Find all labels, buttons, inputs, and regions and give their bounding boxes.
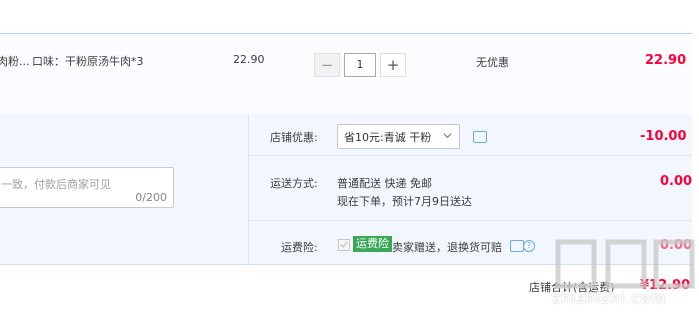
item-subtotal: 22.90 (645, 53, 687, 68)
shipping-method[interactable]: 普通配送 快递 免邮 (337, 175, 432, 191)
chevron-down-icon (443, 133, 452, 139)
shipping-amount: 0.00 (660, 174, 693, 189)
insurance-tag: 运费险 (353, 236, 392, 252)
item-sku: 口味：干粉原汤牛肉*3 (32, 55, 144, 68)
item-name[interactable]: 肉粉... (0, 53, 30, 69)
increase-quantity-button[interactable]: + (380, 53, 406, 77)
summary-divider (248, 220, 692, 221)
coupon-selected-value: 省10元:青诚 干粉 (344, 131, 432, 144)
quantity-input[interactable]: 1 (344, 53, 376, 77)
message-char-counter: 0/200 (135, 191, 167, 204)
insurance-checkbox[interactable] (338, 239, 350, 251)
decrease-quantity-button[interactable]: − (314, 53, 340, 77)
buyer-message-input[interactable]: 一致，付款后商家可见 0/200 (0, 167, 174, 208)
summary-divider (248, 155, 692, 156)
message-placeholder: 一致，付款后商家可见 (1, 178, 111, 191)
shipping-eta: 现在下单，预计7月9日送达 (337, 195, 472, 208)
shipping-label: 运送方式: (270, 177, 318, 190)
insurance-label: 运费险: (281, 241, 318, 254)
watermark-text: zhizhizhi.com (552, 289, 667, 307)
insurance-desc: 卖家赠送，退换货可赔 (392, 241, 502, 254)
coupon-select[interactable]: 省10元:青诚 干粉 (337, 124, 460, 149)
quantity-stepper: − 1 + (314, 53, 406, 77)
coupon-amount: -10.00 (640, 129, 687, 144)
item-unit-price: 22.90 (233, 53, 265, 66)
coupon-label: 店铺优惠: (270, 131, 318, 144)
chat-bubble-icon[interactable] (473, 131, 487, 143)
chat-bubble-icon[interactable] (510, 240, 524, 252)
item-discount: 无优惠 (476, 56, 509, 69)
